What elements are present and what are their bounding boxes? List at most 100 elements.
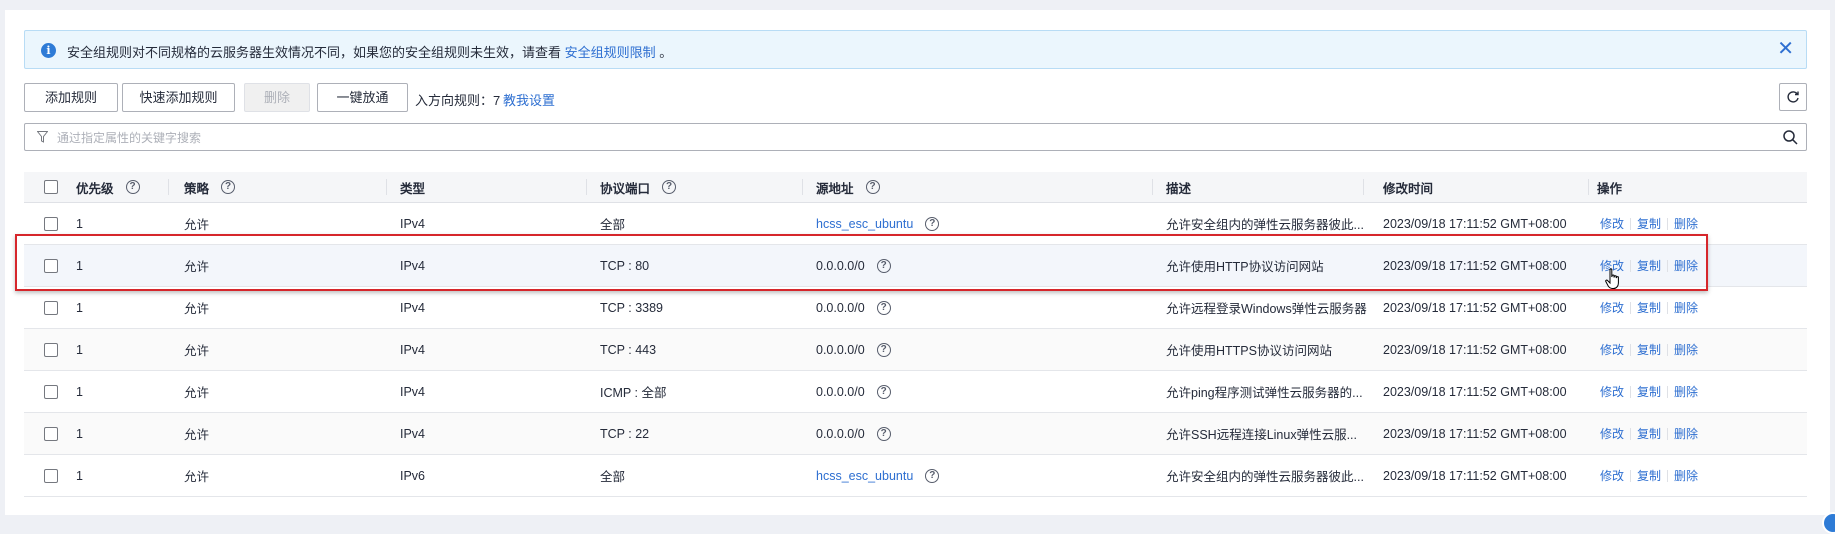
- edit-link[interactable]: 修改: [1600, 383, 1624, 400]
- row-checkbox[interactable]: [44, 342, 58, 357]
- edit-link[interactable]: 修改: [1600, 341, 1624, 358]
- cell-source: hcss_esc_ubuntu?: [816, 455, 940, 496]
- table-header: 优先级? 策略? 类型 协议端口? 源地址? 描述 修改时间 操作: [24, 172, 1807, 203]
- edit-link[interactable]: 修改: [1600, 215, 1624, 232]
- source-help-icon[interactable]: ?: [876, 384, 891, 399]
- help-setup-link[interactable]: 教我设置: [503, 90, 555, 109]
- priority-value: 1: [76, 468, 83, 483]
- edit-link[interactable]: 修改: [1600, 467, 1624, 484]
- priority-value: 1: [76, 258, 83, 273]
- edit-link[interactable]: 修改: [1600, 299, 1624, 316]
- port-value: TCP : 443: [600, 342, 657, 357]
- copy-link[interactable]: 复制: [1637, 257, 1661, 274]
- protocol-port-help-icon[interactable]: ?: [662, 180, 677, 194]
- description-value: 允许使用HTTP协议访问网站: [1166, 260, 1324, 274]
- cell-port: 全部: [600, 203, 625, 244]
- action-divider: [1630, 385, 1632, 398]
- delete-link[interactable]: 删除: [1674, 467, 1698, 484]
- refresh-button[interactable]: [1779, 83, 1807, 111]
- action-divider: [1630, 343, 1632, 356]
- quick-add-rule-button[interactable]: 快速添加规则: [122, 83, 235, 112]
- policy-help-icon[interactable]: ?: [221, 180, 236, 194]
- add-rule-button[interactable]: 添加规则: [24, 83, 118, 112]
- cell-policy: 允许: [184, 455, 209, 496]
- cell-modified: 2023/09/18 17:11:52 GMT+08:00: [1383, 245, 1567, 286]
- description-value: 允许远程登录Windows弹性云服务器: [1166, 302, 1367, 316]
- cell-type: IPv4: [400, 413, 425, 454]
- policy-value: 允许: [184, 344, 210, 358]
- edit-link[interactable]: 修改: [1600, 425, 1624, 442]
- copy-link[interactable]: 复制: [1637, 299, 1661, 316]
- delete-link[interactable]: 删除: [1674, 299, 1698, 316]
- cell-source: 0.0.0.0/0?: [816, 329, 891, 370]
- notice-banner: i 安全组规则对不同规格的云服务器生效情况不同，如果您的安全组规则未生效，请查看…: [24, 30, 1807, 69]
- delete-link[interactable]: 删除: [1674, 341, 1698, 358]
- select-all-checkbox[interactable]: [44, 180, 58, 194]
- hand-cursor-icon: [1605, 268, 1619, 289]
- row-checkbox[interactable]: [44, 300, 58, 315]
- policy-value: 允许: [184, 470, 210, 484]
- header-priority: 优先级?: [76, 172, 140, 202]
- header-source: 源地址?: [816, 172, 880, 202]
- source-group-link[interactable]: hcss_esc_ubuntu: [816, 217, 913, 231]
- type-value: IPv4: [400, 216, 426, 231]
- table-body: 1 允许 IPv4 全部 hcss_esc_ubuntu? 允许安全组内的弹性云服务器彼此…: [24, 203, 1807, 497]
- source-help-icon[interactable]: ?: [876, 342, 891, 357]
- source-group-link[interactable]: hcss_esc_ubuntu: [816, 469, 913, 483]
- source-help-icon[interactable]: ?: [865, 180, 880, 194]
- delete-link[interactable]: 删除: [1674, 425, 1698, 442]
- one-click-open-button[interactable]: 一键放通: [317, 83, 408, 112]
- description-value: 允许ping程序测试弹性云服务器的...: [1166, 386, 1363, 400]
- copy-link[interactable]: 复制: [1637, 425, 1661, 442]
- modified-value: 2023/09/18 17:11:52 GMT+08:00: [1383, 258, 1567, 273]
- priority-help-icon[interactable]: ?: [125, 180, 140, 194]
- notice-text: 安全组规则对不同规格的云服务器生效情况不同，如果您的安全组规则未生效，请查看: [67, 45, 562, 60]
- row-checkbox[interactable]: [44, 384, 58, 399]
- modified-value: 2023/09/18 17:11:52 GMT+08:00: [1383, 468, 1567, 483]
- row-checkbox[interactable]: [44, 468, 58, 483]
- row-checkbox[interactable]: [44, 426, 58, 441]
- header-protocol-port: 协议端口?: [600, 172, 677, 202]
- cell-modified: 2023/09/18 17:11:52 GMT+08:00: [1383, 329, 1567, 370]
- cell-description: 允许安全组内的弹性云服务器彼此...: [1166, 455, 1364, 496]
- cell-description: 允许SSH远程连接Linux弹性云服...: [1166, 413, 1357, 454]
- row-checkbox[interactable]: [44, 216, 58, 231]
- action-divider: [1630, 259, 1632, 272]
- search-icon[interactable]: [1783, 130, 1798, 145]
- cell-description: 允许ping程序测试弹性云服务器的...: [1166, 371, 1363, 412]
- cell-policy: 允许: [184, 371, 209, 412]
- close-icon[interactable]: ✕: [1777, 38, 1794, 60]
- source-help-icon[interactable]: ?: [925, 216, 940, 231]
- search-input[interactable]: [55, 127, 1759, 149]
- delete-button[interactable]: 删除: [244, 83, 310, 112]
- source-help-icon[interactable]: ?: [876, 426, 891, 441]
- copy-link[interactable]: 复制: [1637, 341, 1661, 358]
- port-value: 全部: [600, 218, 626, 232]
- copy-link[interactable]: 复制: [1637, 383, 1661, 400]
- source-help-icon[interactable]: ?: [876, 258, 891, 273]
- source-address: 0.0.0.0/0: [816, 384, 865, 399]
- delete-link[interactable]: 删除: [1674, 257, 1698, 274]
- action-divider: [1667, 301, 1669, 314]
- row-checkbox[interactable]: [44, 258, 58, 273]
- cell-type: IPv4: [400, 245, 425, 286]
- copy-link[interactable]: 复制: [1637, 467, 1661, 484]
- floating-assistant-icon[interactable]: [1822, 512, 1835, 534]
- refresh-icon: [1787, 91, 1799, 103]
- cell-description: 允许使用HTTPS协议访问网站: [1166, 329, 1332, 370]
- source-help-icon[interactable]: ?: [925, 468, 940, 483]
- header-modified-label: 修改时间: [1383, 181, 1434, 196]
- policy-value: 允许: [184, 260, 210, 274]
- cell-port: 全部: [600, 455, 625, 496]
- cell-priority: 1: [76, 287, 83, 328]
- source-help-icon[interactable]: ?: [876, 300, 891, 315]
- delete-link[interactable]: 删除: [1674, 383, 1698, 400]
- copy-link[interactable]: 复制: [1637, 215, 1661, 232]
- notice-message: 安全组规则对不同规格的云服务器生效情况不同，如果您的安全组规则未生效，请查看 安…: [67, 42, 672, 61]
- port-value: TCP : 80: [600, 258, 650, 273]
- source-address: 0.0.0.0/0: [816, 426, 865, 441]
- type-value: IPv4: [400, 258, 426, 273]
- cell-description: 允许安全组内的弹性云服务器彼此...: [1166, 203, 1364, 244]
- security-group-limit-link[interactable]: 安全组规则限制: [565, 45, 656, 60]
- delete-link[interactable]: 删除: [1674, 215, 1698, 232]
